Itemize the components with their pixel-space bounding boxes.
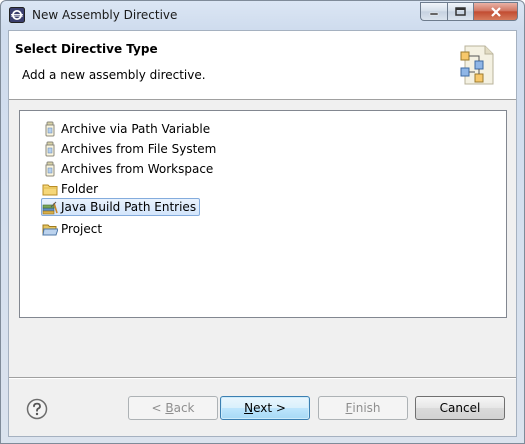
tree-item-archive-via-path-variable[interactable]: Archive via Path Variable xyxy=(42,119,213,138)
eclipse-icon xyxy=(9,7,25,23)
back-button-prefix: < xyxy=(151,401,166,415)
cancel-button[interactable]: Cancel xyxy=(415,396,505,420)
directive-type-tree[interactable]: Archive via Path Variable Archives from … xyxy=(19,110,507,318)
tree-item-folder[interactable]: Folder xyxy=(42,179,101,198)
minimize-button[interactable] xyxy=(420,2,447,21)
folder-icon xyxy=(42,184,58,195)
back-button-mnemonic: B xyxy=(165,401,174,415)
next-button-label: ext > xyxy=(253,401,286,415)
page-title: Select Directive Type xyxy=(15,42,158,56)
maximize-icon xyxy=(455,7,466,16)
wizard-header: Select Directive Type Add a new assembly… xyxy=(9,31,516,100)
jar-icon xyxy=(45,141,55,156)
caption-buttons xyxy=(420,2,518,21)
library-icon xyxy=(42,201,58,215)
tree-item-archives-from-file-system[interactable]: Archives from File System xyxy=(42,139,219,158)
tree-item-label: Archive via Path Variable xyxy=(61,121,211,136)
tree-item-label: Folder xyxy=(61,181,99,196)
help-icon[interactable] xyxy=(26,398,48,420)
tree-item-label: Java Build Path Entries xyxy=(61,200,197,214)
jar-icon xyxy=(45,161,55,176)
button-bar-separator-highlight xyxy=(9,378,516,379)
tree-item-label: Archives from File System xyxy=(61,141,217,156)
next-button-mnemonic: N xyxy=(244,401,254,415)
cancel-button-label: Cancel xyxy=(439,401,481,415)
window-title: New Assembly Directive xyxy=(32,8,178,22)
tree-item-archives-from-workspace[interactable]: Archives from Workspace xyxy=(42,159,216,178)
title-bar[interactable]: New Assembly Directive xyxy=(1,1,524,30)
wizard-banner-icon xyxy=(460,45,494,85)
page-description: Add a new assembly directive. xyxy=(22,68,206,82)
finish-button[interactable]: Finish xyxy=(318,396,408,420)
project-folder-icon xyxy=(42,224,58,235)
back-button-label: ack xyxy=(173,401,195,415)
close-button[interactable] xyxy=(473,2,518,21)
finish-button-mnemonic: F xyxy=(345,401,353,415)
tree-item-label: Project xyxy=(61,221,103,236)
minimize-icon xyxy=(429,12,439,15)
back-button[interactable]: < Back xyxy=(128,396,218,420)
tree-item-label: Archives from Workspace xyxy=(61,161,214,176)
next-button[interactable]: Next > xyxy=(220,396,310,420)
finish-button-label: inish xyxy=(352,401,381,415)
close-icon xyxy=(490,6,501,17)
dialog-window: New Assembly Directive Select Directive … xyxy=(0,0,525,444)
tree-item-project[interactable]: Project xyxy=(42,219,105,238)
maximize-button[interactable] xyxy=(447,2,473,21)
tree-item-java-build-path-entries[interactable]: Java Build Path Entries xyxy=(41,198,201,216)
dialog-content: Select Directive Type Add a new assembly… xyxy=(8,30,517,437)
jar-icon xyxy=(45,121,55,136)
